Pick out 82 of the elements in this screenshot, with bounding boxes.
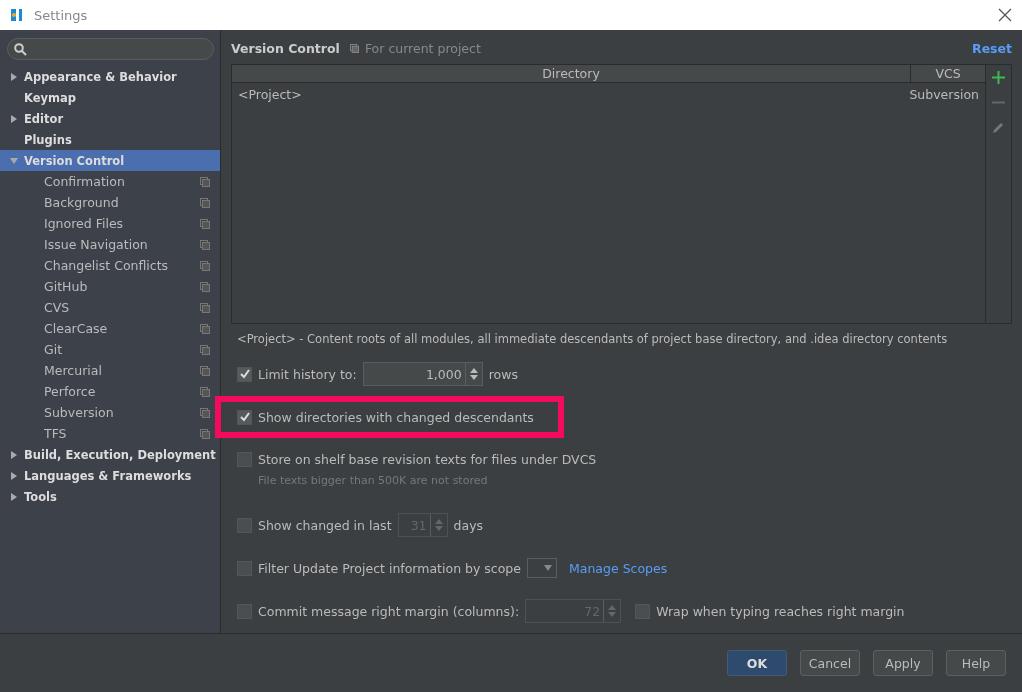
project-copy-icon — [200, 365, 210, 376]
spinner-arrows-icon — [433, 517, 444, 533]
tree-item[interactable]: Keymap — [0, 87, 220, 108]
option-label: Store on shelf base revision texts for files under DVCS — [258, 451, 597, 467]
table-cell-text: <Project> — [237, 86, 303, 102]
unit-label: rows — [488, 366, 518, 382]
number-spinner[interactable]: 1,000 — [362, 362, 483, 386]
tree-item[interactable]: Editor — [0, 108, 220, 129]
tree-item[interactable]: Subversion — [0, 402, 220, 423]
checkbox[interactable] — [237, 517, 252, 533]
reset-link[interactable]: Reset — [972, 40, 1012, 56]
tree-item[interactable]: Tools — [0, 486, 220, 507]
project-copy-icon — [349, 43, 359, 53]
project-copy-icon — [200, 302, 210, 313]
collapsed-triangle-icon — [10, 114, 18, 123]
dropdown-arrow-icon — [544, 565, 552, 571]
close-icon[interactable] — [998, 8, 1012, 22]
tree-item[interactable]: Appearance & Behavior — [0, 66, 220, 87]
tree-item[interactable]: TFS — [0, 423, 220, 444]
project-copy-icon — [200, 197, 210, 208]
column-header[interactable]: VCS — [910, 65, 985, 82]
option-label: Show directories with changed descendants — [258, 409, 534, 425]
option-label: Filter Update Project information by scope — [258, 560, 521, 576]
project-copy-icon — [200, 386, 210, 397]
tree-item[interactable]: Issue Navigation — [0, 234, 220, 255]
project-copy-icon — [200, 218, 210, 229]
unit-label: days — [453, 517, 484, 533]
table-cell-text: Subversion — [908, 86, 980, 102]
search-icon — [14, 42, 27, 56]
tree-item[interactable]: Languages & Frameworks — [0, 465, 220, 486]
project-copy-icon — [200, 344, 210, 355]
page-title: Version Control — [231, 40, 340, 56]
tree-item[interactable]: Build, Execution, Deployment — [0, 444, 220, 465]
option-label: Limit history to: — [258, 366, 357, 382]
tree-item[interactable]: Plugins — [0, 129, 220, 150]
note-text: <Project> - Content roots of all modules, all immediate descendants of project base directory, and .idea directory contents — [237, 332, 949, 346]
checkbox[interactable] — [635, 603, 651, 619]
spinner-arrows-icon — [468, 366, 479, 382]
project-copy-icon — [200, 239, 210, 250]
checkbox[interactable] — [237, 560, 252, 576]
checkbox[interactable] — [237, 409, 252, 425]
project-copy-icon — [200, 281, 210, 292]
tree-item[interactable]: Confirmation — [0, 171, 220, 192]
project-copy-icon — [200, 176, 210, 187]
collapsed-triangle-icon — [10, 72, 18, 81]
option-label: Wrap when typing reaches right margin — [656, 603, 905, 619]
scope-dropdown[interactable] — [527, 558, 557, 578]
tree-item[interactable]: ClearCase — [0, 318, 220, 339]
manage-scopes-link[interactable]: Manage Scopes — [569, 560, 668, 576]
scope-label: For current project — [364, 40, 482, 56]
dialog-button[interactable]: Help — [946, 650, 1006, 676]
checkbox[interactable] — [237, 366, 252, 382]
add-icon[interactable] — [992, 71, 1005, 84]
column-header[interactable]: Directory — [232, 65, 910, 82]
window-title: Settings — [34, 7, 89, 23]
tree-item[interactable]: Perforce — [0, 381, 220, 402]
option-label: Show changed in last — [258, 517, 392, 533]
checkbox[interactable] — [237, 451, 252, 467]
tree-item[interactable]: Background — [0, 192, 220, 213]
project-copy-icon — [200, 428, 210, 439]
project-copy-icon — [200, 323, 210, 334]
tree-item[interactable]: Version Control — [0, 150, 220, 171]
checkbox[interactable] — [237, 603, 252, 619]
option-label: Commit message right margin (columns): — [258, 603, 520, 619]
tree-item[interactable]: Ignored Files — [0, 213, 220, 234]
expanded-triangle-icon — [10, 156, 18, 165]
pencil-icon[interactable] — [992, 121, 1005, 134]
tree-item[interactable]: Changelist Conflicts — [0, 255, 220, 276]
collapsed-triangle-icon — [10, 492, 18, 501]
tree-item[interactable]: CVS — [0, 297, 220, 318]
collapsed-triangle-icon — [10, 471, 18, 480]
project-copy-icon — [200, 407, 210, 418]
dialog-button[interactable]: Cancel — [800, 650, 860, 676]
tree-item[interactable]: Mercurial — [0, 360, 220, 381]
project-copy-icon — [200, 260, 210, 271]
collapsed-triangle-icon — [10, 450, 18, 459]
tree-item[interactable]: Git — [0, 339, 220, 360]
dialog-button[interactable]: Apply — [873, 650, 933, 676]
spinner-arrows-icon — [607, 603, 618, 619]
dialog-button[interactable]: OK — [727, 650, 787, 676]
search-field[interactable] — [7, 38, 214, 60]
tree-item[interactable]: GitHub — [0, 276, 220, 297]
